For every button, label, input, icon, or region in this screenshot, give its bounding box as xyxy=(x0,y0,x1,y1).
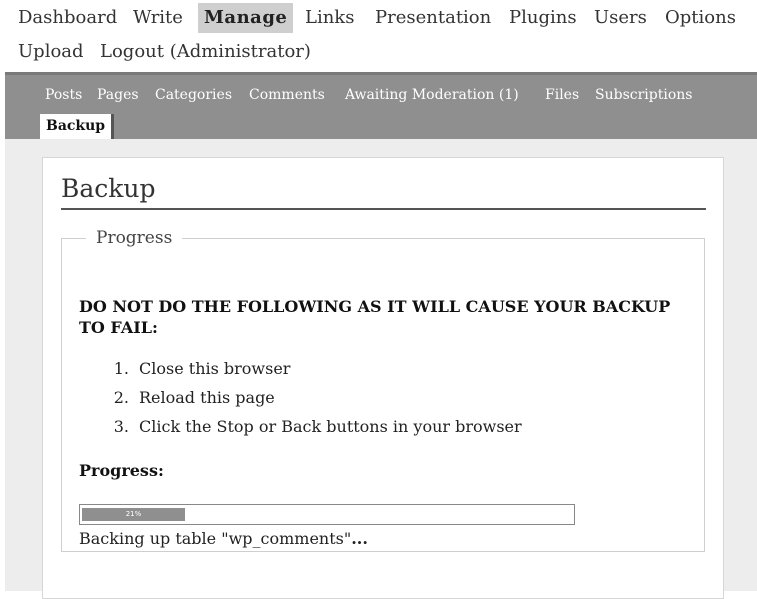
step-text: Close this browser xyxy=(139,359,291,378)
menu-item-dashboard[interactable]: Dashboard xyxy=(16,6,119,30)
submenu-item-subscriptions[interactable]: Subscriptions xyxy=(595,86,692,104)
progress-fieldset: Progress DO NOT DO THE FOLLOWING AS IT W… xyxy=(61,228,705,552)
submenu-item-comments[interactable]: Comments xyxy=(249,86,325,104)
menu-item-logout[interactable]: Logout (Administrator) xyxy=(98,40,313,64)
fieldset-legend: Progress xyxy=(96,228,173,248)
list-item: 3. Click the Stop or Back buttons in your… xyxy=(79,412,522,441)
list-item: 1. Close this browser xyxy=(79,354,522,383)
submenu-tab-backup[interactable]: Backup xyxy=(40,114,115,139)
submenu-item-categories[interactable]: Categories xyxy=(155,86,232,104)
submenu-item-posts[interactable]: Posts xyxy=(45,86,82,104)
manage-submenu: Posts Pages Categories Comments Awaiting… xyxy=(5,75,757,139)
warning-steps-list: 1. Close this browser 2. Reload this page … xyxy=(79,354,522,441)
menu-item-plugins[interactable]: Plugins xyxy=(507,6,579,30)
submenu-item-awaiting-moderation[interactable]: Awaiting Moderation (1) xyxy=(345,86,519,104)
page-title: Backup xyxy=(61,172,706,210)
submenu-item-pages[interactable]: Pages xyxy=(97,86,139,104)
menu-item-users[interactable]: Users xyxy=(592,6,649,30)
backup-panel: Backup Progress DO NOT DO THE FOLLOWING … xyxy=(42,157,724,599)
submenu-item-files[interactable]: Files xyxy=(545,86,579,104)
step-text: Click the Stop or Back buttons in your b… xyxy=(139,417,522,436)
backup-status-text: Backing up table "wp_comments"... xyxy=(79,529,368,548)
progress-bar-fill: 21% xyxy=(82,508,185,521)
status-ellipsis: ... xyxy=(351,529,368,548)
step-number: 1. xyxy=(113,359,129,378)
progress-bar: 21% xyxy=(79,504,575,525)
menu-item-links[interactable]: Links xyxy=(303,6,356,30)
progress-heading: Progress: xyxy=(79,461,164,480)
menu-item-options[interactable]: Options xyxy=(663,6,738,30)
progress-percent-label: 21% xyxy=(125,510,142,518)
step-number: 3. xyxy=(113,417,129,436)
menu-item-upload[interactable]: Upload xyxy=(16,40,86,64)
step-text: Reload this page xyxy=(139,388,275,407)
admin-top-menu: Dashboard Write Manage Links Presentatio… xyxy=(0,0,757,72)
menu-item-write[interactable]: Write xyxy=(131,6,185,30)
status-message: Backing up table "wp_comments" xyxy=(79,529,352,548)
list-item: 2. Reload this page xyxy=(79,383,522,412)
menu-item-presentation[interactable]: Presentation xyxy=(373,6,493,30)
content-wrap: Backup Progress DO NOT DO THE FOLLOWING … xyxy=(5,139,757,599)
backup-warning: DO NOT DO THE FOLLOWING AS IT WILL CAUSE… xyxy=(79,297,671,337)
step-number: 2. xyxy=(113,388,129,407)
menu-item-manage[interactable]: Manage xyxy=(198,3,294,33)
